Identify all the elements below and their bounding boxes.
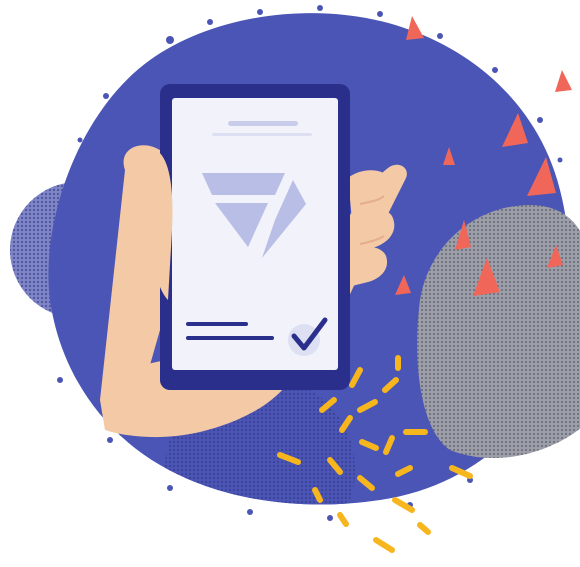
screen-subheader-line [212,133,312,136]
screen-line-long [186,336,274,340]
illustration-svg [10,5,580,553]
check-circle [288,324,320,356]
phone [160,84,350,390]
screen-header-line [228,121,298,126]
illustration [0,0,580,567]
screen-line-short [186,322,248,326]
